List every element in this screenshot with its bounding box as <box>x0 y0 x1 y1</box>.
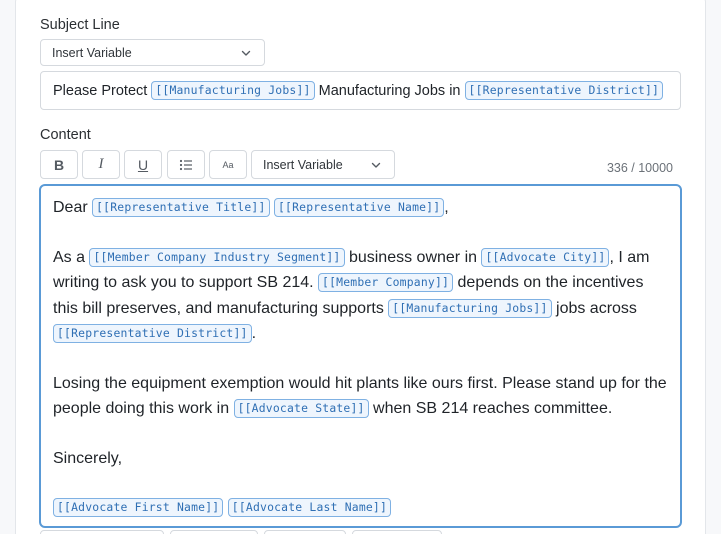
variable-chip[interactable]: [[Advocate Last Name]] <box>227 498 392 517</box>
variable-chip[interactable]: [[Member Company]] <box>318 273 454 292</box>
variable-chip[interactable]: [[Advocate First Name]] <box>53 498 224 517</box>
bulleted-list-icon <box>179 159 192 170</box>
variable-chip[interactable]: [[Advocate State]] <box>233 399 369 418</box>
variable-chip[interactable]: [[Representative District]] <box>464 81 664 100</box>
body-text: As a <box>53 248 90 266</box>
character-counter: 336 / 10000 <box>606 161 673 175</box>
greeting-paragraph: Dear [[Representative Title]] [[Represen… <box>53 195 668 221</box>
subject-insert-variable-label: Insert Variable <box>52 45 132 60</box>
body-text: when SB 214 reaches committee. <box>368 400 613 417</box>
text-size-button[interactable]: Aa <box>209 150 247 179</box>
body-text: Dear <box>53 199 93 216</box>
content-editor[interactable]: Dear [[Representative Title]] [[Represen… <box>39 184 682 528</box>
signature-paragraph: [[Advocate First Name]] [[Advocate Last … <box>53 495 668 521</box>
subject-text: Manufacturing Jobs in <box>314 83 465 99</box>
variable-chip[interactable]: [[Manufacturing Jobs]] <box>151 81 315 100</box>
chevron-down-icon <box>241 50 251 56</box>
variable-chip[interactable]: [[Representative Title]] <box>92 198 270 217</box>
closing-paragraph: Sincerely, <box>53 449 123 467</box>
variable-shortcut-button[interactable] <box>352 530 442 534</box>
body-text: business owner in <box>344 248 482 266</box>
body-paragraph-1: As a [[Member Company Industry Segment]]… <box>53 245 668 347</box>
content-insert-variable-dropdown[interactable]: Insert Variable <box>251 150 395 179</box>
body-text: jobs across <box>551 299 637 317</box>
bold-icon: B <box>53 156 65 173</box>
variable-chip[interactable]: [[Member Company Industry Segment]] <box>89 247 345 267</box>
subject-line-label: Subject Line <box>40 17 120 33</box>
content-label: Content <box>40 127 91 143</box>
underline-button[interactable]: U <box>124 150 162 179</box>
content-insert-variable-label: Insert Variable <box>263 157 343 172</box>
body-paragraph-2: Losing the equipment exemption would hit… <box>53 371 668 422</box>
variable-chip[interactable]: [[Advocate City]] <box>481 247 610 267</box>
italic-button[interactable]: I <box>82 150 120 179</box>
variable-chip[interactable]: [[Representative District]] <box>53 324 252 343</box>
body-text: . <box>251 325 257 342</box>
subject-insert-variable-dropdown[interactable]: Insert Variable <box>40 39 265 66</box>
variable-shortcut-button[interactable] <box>264 530 346 534</box>
bulleted-list-button[interactable] <box>167 150 205 179</box>
variable-shortcut-button[interactable] <box>170 530 258 534</box>
underline-icon: U <box>137 156 149 173</box>
italic-icon: I <box>98 156 104 172</box>
subject-line-input[interactable]: Please Protect [[Manufacturing Jobs]] Ma… <box>40 71 681 110</box>
body-text: , <box>444 199 449 216</box>
text-size-icon: Aa <box>222 159 234 170</box>
variable-chip[interactable]: [[Manufacturing Jobs]] <box>388 298 552 318</box>
variable-shortcut-button[interactable] <box>40 530 164 534</box>
subject-text: Please Protect <box>53 83 152 99</box>
variable-chip[interactable]: [[Representative Name]] <box>273 198 445 217</box>
bold-button[interactable]: B <box>40 150 78 179</box>
chevron-down-icon <box>371 162 381 168</box>
